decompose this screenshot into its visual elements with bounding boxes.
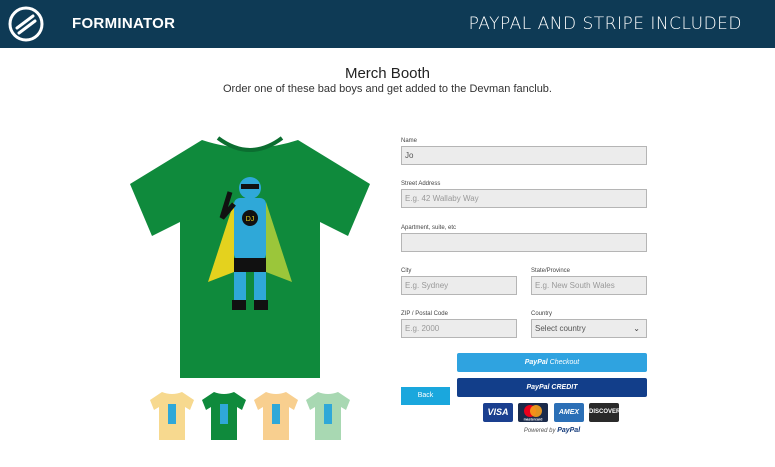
thumbnail-green-shirt[interactable] bbox=[200, 390, 248, 442]
name-label: Name bbox=[401, 138, 418, 144]
zip-label: ZIP / Postal Code bbox=[401, 311, 448, 317]
street-label: Street Address bbox=[401, 181, 441, 187]
paypal-checkout-button[interactable]: PayPal Checkout bbox=[457, 353, 647, 372]
main-tshirt-image: DJ bbox=[130, 136, 370, 378]
mastercard-label: mastercard bbox=[524, 418, 543, 422]
country-select[interactable]: Select country ⌄ bbox=[531, 319, 647, 338]
powered-by-prefix: Powered by bbox=[523, 428, 556, 434]
thumbnail-yellow-shirt[interactable] bbox=[148, 390, 196, 442]
state-label: State/Province bbox=[531, 268, 571, 274]
mastercard-card-icon: mastercard bbox=[518, 403, 548, 422]
state-field[interactable]: E.g. New South Wales bbox=[531, 276, 647, 295]
brand-name: FORMINATOR bbox=[72, 15, 176, 32]
country-select-value: Select country bbox=[535, 324, 586, 333]
thumbnail-peach-shirt[interactable] bbox=[252, 390, 300, 442]
zip-field[interactable]: E.g. 2000 bbox=[401, 319, 517, 338]
page-title: Merch Booth bbox=[344, 65, 431, 82]
page-subtitle: Order one of these bad boys and get adde… bbox=[222, 83, 552, 95]
country-label: Country bbox=[531, 311, 553, 317]
amex-card-icon: AMEX bbox=[554, 403, 584, 422]
paypal-credit-button[interactable]: PayPal CREDIT bbox=[457, 378, 647, 397]
top-header: FORMINATOR PAYPAL AND STRIPE INCLUDED bbox=[0, 0, 775, 48]
back-button[interactable]: Back bbox=[401, 387, 450, 405]
powered-by-brand: PayPal bbox=[557, 427, 581, 434]
visa-card-icon: VISA bbox=[483, 403, 513, 422]
city-field[interactable]: E.g. Sydney bbox=[401, 276, 517, 295]
name-field[interactable]: Jo bbox=[401, 146, 647, 165]
header-tagline: PAYPAL AND STRIPE INCLUDED bbox=[468, 14, 742, 34]
powered-by-paypal: Powered by PayPal bbox=[457, 427, 647, 434]
paypal-checkout-text: Checkout bbox=[549, 359, 580, 366]
apartment-field[interactable] bbox=[401, 233, 647, 252]
paypal-brand-text: PayPal bbox=[524, 359, 548, 366]
apartment-label: Apartment, suite, etc bbox=[401, 225, 457, 231]
paypal-credit-brand-text: PayPal bbox=[526, 384, 550, 391]
thumbnail-mint-shirt[interactable] bbox=[304, 390, 352, 442]
paypal-credit-text: CREDIT bbox=[551, 384, 578, 391]
discover-card-icon: DISCOVER bbox=[589, 403, 620, 422]
svg-text:DJ: DJ bbox=[246, 216, 255, 223]
city-label: City bbox=[401, 268, 412, 274]
forminator-logo-icon bbox=[8, 6, 44, 42]
product-thumbnails bbox=[148, 390, 358, 442]
chevron-down-icon: ⌄ bbox=[633, 324, 640, 333]
street-address-field[interactable]: E.g. 42 Wallaby Way bbox=[401, 189, 647, 208]
